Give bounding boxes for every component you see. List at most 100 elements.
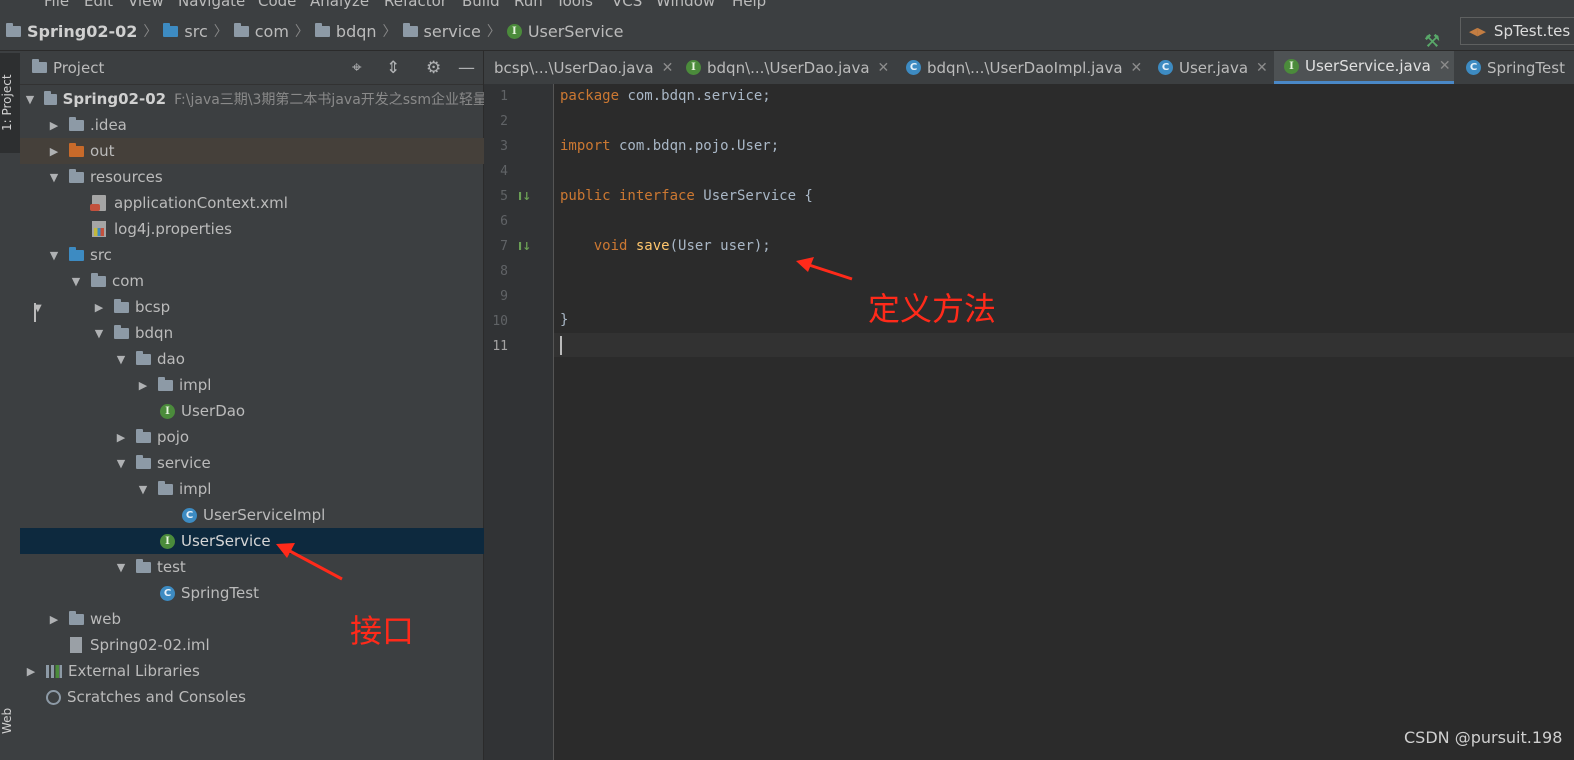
tree-item-com[interactable]: ▼ com: [20, 268, 532, 294]
expanded-arrow-icon[interactable]: ▼: [47, 249, 61, 262]
close-icon[interactable]: ✕: [878, 60, 890, 76]
collapsed-arrow-icon[interactable]: ▶: [47, 613, 61, 626]
tree-item-label: bcsp: [135, 298, 171, 316]
tree-item-resources[interactable]: ▼ resources: [20, 164, 510, 190]
expanded-arrow-icon[interactable]: ▼: [114, 353, 128, 366]
expanded-arrow-icon[interactable]: ▼: [69, 275, 83, 288]
tree-item-log4j-properties[interactable]: log4j.properties: [20, 216, 555, 242]
menu-analyze[interactable]: Analyze: [310, 0, 369, 10]
interface-icon: I: [686, 60, 701, 75]
close-icon[interactable]: ✕: [1256, 60, 1268, 76]
tree-item-applicationcontext-xml[interactable]: applicationContext.xml: [20, 190, 555, 216]
menu-navigate[interactable]: Navigate: [178, 0, 245, 10]
expanded-arrow-icon[interactable]: ▼: [114, 457, 128, 470]
menu-view[interactable]: View: [128, 0, 164, 10]
tree-item-label: UserService: [181, 532, 271, 550]
menu-code[interactable]: Code: [258, 0, 296, 10]
tree-item-src[interactable]: ▼ src: [20, 242, 510, 268]
interface-icon: I: [160, 533, 175, 549]
tree-item-bcsp[interactable]: ▶ bcsp: [20, 294, 555, 320]
menu-edit[interactable]: Edit: [84, 0, 113, 10]
code-line-10: }: [560, 312, 569, 328]
close-icon[interactable]: ✕: [662, 60, 674, 76]
build-hammer-icon[interactable]: ⚒: [1424, 31, 1440, 52]
close-icon[interactable]: ✕: [1131, 60, 1143, 76]
tab-userdaoimpl[interactable]: C bdqn\...\UserDaoImpl.java ✕: [906, 51, 1142, 84]
implemented-down-icon[interactable]: I↓: [518, 190, 531, 203]
tab-bcsp-userdao[interactable]: bcsp\...\UserDao.java ✕: [494, 51, 673, 84]
libraries-icon: [46, 664, 62, 678]
breadcrumb-userservice[interactable]: UserService: [528, 22, 624, 41]
menu-refactor[interactable]: Refactor: [384, 0, 447, 10]
tab-bdqn-userdao[interactable]: I bdqn\...\UserDao.java ✕: [686, 51, 889, 84]
folder-icon: [69, 116, 84, 131]
expanded-arrow-icon[interactable]: ▼: [47, 171, 61, 184]
gear-icon[interactable]: ⚙: [426, 58, 441, 78]
tree-item-iml-file[interactable]: Spring02-02.iml: [20, 632, 533, 658]
collapsed-arrow-icon[interactable]: ▶: [114, 431, 128, 444]
package-icon: [136, 454, 151, 469]
tree-item-spring02-02[interactable]: ▼ Spring02-02 F:\java三期\3期第二本书java开发之ssm…: [20, 86, 487, 112]
project-panel-header: Project ▼ ⌖ ⇕ ⚙ —: [20, 51, 483, 322]
expanded-arrow-icon[interactable]: ▼: [136, 483, 150, 496]
text-caret: [560, 336, 562, 355]
package-icon: [233, 22, 249, 37]
line-number: 5: [500, 189, 508, 204]
expanded-arrow-icon[interactable]: ▼: [92, 327, 106, 340]
project-tool-tab[interactable]: 1: Project: [0, 53, 20, 153]
tree-item-web[interactable]: ▶ web: [20, 606, 510, 632]
breadcrumb-project[interactable]: Spring02-02: [27, 22, 137, 41]
collapse-all-icon[interactable]: ⇕: [386, 58, 400, 78]
line-number: 1: [500, 89, 508, 104]
breadcrumb-separator-icon: 〉: [486, 24, 501, 40]
tab-userservice-java[interactable]: I UserService.java ✕: [1274, 51, 1454, 84]
expanded-arrow-icon[interactable]: ▼: [114, 561, 128, 574]
menu-build[interactable]: Build: [462, 0, 500, 10]
tree-item-label: SpringTest: [181, 584, 259, 602]
line-number: 7: [500, 239, 508, 254]
close-icon[interactable]: ✕: [1439, 58, 1451, 74]
menu-file[interactable]: File: [44, 0, 69, 10]
class-icon: C: [906, 60, 921, 75]
collapsed-arrow-icon[interactable]: ▶: [92, 301, 106, 314]
breadcrumb-src[interactable]: src: [184, 22, 207, 41]
package-icon: [136, 350, 151, 365]
collapsed-arrow-icon[interactable]: ▶: [47, 145, 61, 158]
tree-item-idea[interactable]: ▶ .idea: [20, 112, 510, 138]
tree-item-label: .idea: [90, 116, 127, 134]
breadcrumb-separator-icon: 〉: [143, 24, 158, 40]
breadcrumb-separator-icon: 〉: [294, 24, 309, 40]
run-configuration-select[interactable]: ◀▶ SpTest.tes: [1460, 17, 1574, 45]
breadcrumb-bdqn[interactable]: bdqn: [336, 22, 377, 41]
menu-run[interactable]: Run: [514, 0, 543, 10]
menu-tools[interactable]: Tools: [556, 0, 593, 10]
web-folder-icon: [69, 610, 84, 625]
menu-help[interactable]: Help: [732, 0, 766, 10]
navigation-bar: Spring02-02 〉 src 〉 com 〉 bdqn 〉 service…: [0, 12, 1574, 52]
project-view-selector[interactable]: Project ▼: [32, 59, 104, 322]
code-editor[interactable]: package com.bdqn.service; import com.bdq…: [554, 84, 1574, 760]
tree-item-scratches[interactable]: Scratches and Consoles: [20, 684, 509, 710]
minimize-icon[interactable]: —: [458, 58, 475, 78]
breadcrumb-com[interactable]: com: [255, 22, 289, 41]
tab-user-java[interactable]: C User.java ✕: [1158, 51, 1268, 84]
web-tool-tab[interactable]: Web: [0, 691, 20, 751]
collapsed-arrow-icon[interactable]: ▶: [47, 119, 61, 132]
project-tool-tab-label: 1: Project: [0, 74, 14, 132]
menu-window[interactable]: Window: [656, 0, 715, 10]
menu-vcs[interactable]: VCS: [612, 0, 642, 10]
implemented-down-icon[interactable]: I↓: [518, 240, 531, 253]
expanded-arrow-icon[interactable]: ▼: [24, 93, 36, 106]
breadcrumb: Spring02-02 〉 src 〉 com 〉 bdqn 〉 service…: [6, 21, 623, 41]
scratches-icon: [46, 689, 61, 705]
locate-target-icon[interactable]: ⌖: [352, 58, 362, 78]
tree-item-bdqn[interactable]: ▼ bdqn: [20, 320, 555, 346]
tree-item-external-libraries[interactable]: ▶ External Libraries: [20, 658, 487, 684]
tree-item-out[interactable]: ▶ out: [20, 138, 510, 164]
collapsed-arrow-icon[interactable]: ▶: [24, 665, 38, 678]
tree-item-label: service: [157, 454, 211, 472]
collapsed-arrow-icon[interactable]: ▶: [136, 379, 150, 392]
tab-springtest[interactable]: C SpringTest: [1466, 51, 1565, 84]
code-line-3: import com.bdqn.pojo.User;: [560, 138, 780, 154]
breadcrumb-service[interactable]: service: [424, 22, 481, 41]
